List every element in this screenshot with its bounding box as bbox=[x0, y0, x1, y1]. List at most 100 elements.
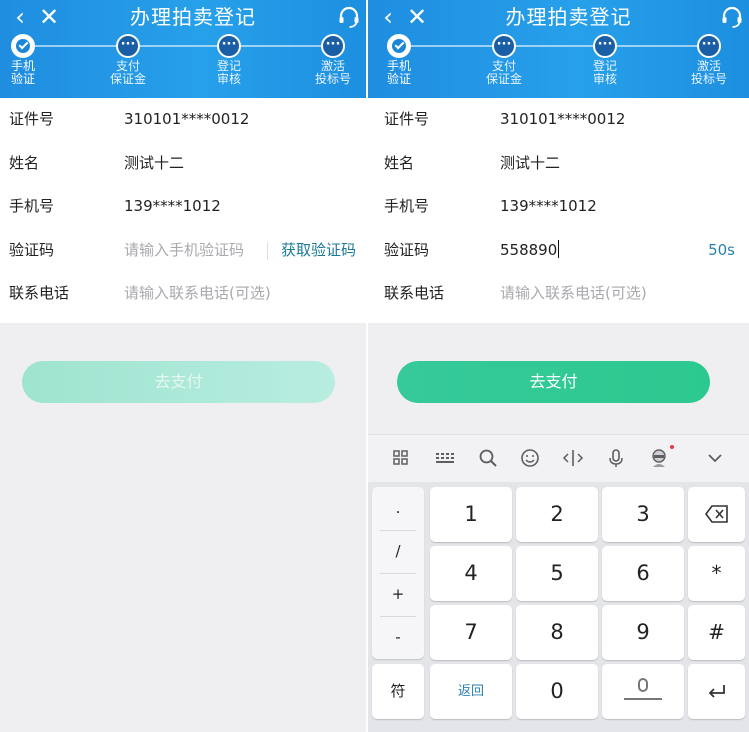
step-phone-verify: 手机 验证 bbox=[369, 34, 429, 86]
page-title: 办理拍卖登记 bbox=[505, 5, 632, 29]
id-row: 证件号 310101****0012 bbox=[0, 98, 366, 142]
code-label: 验证码 bbox=[384, 240, 430, 259]
id-label: 证件号 bbox=[9, 110, 55, 128]
symbol-key[interactable]: 符 bbox=[372, 664, 424, 719]
avatar-icon[interactable] bbox=[648, 447, 670, 469]
key-plus[interactable]: + bbox=[372, 573, 424, 616]
step-label: 支付 保证金 bbox=[109, 59, 146, 86]
headset-icon[interactable] bbox=[336, 4, 362, 30]
key-dot[interactable]: . bbox=[372, 487, 424, 530]
step-phone-verify: 手机 验证 bbox=[0, 34, 53, 86]
space-key[interactable] bbox=[602, 664, 684, 719]
code-input[interactable]: 558890 bbox=[500, 239, 560, 261]
id-value: 310101****0012 bbox=[124, 110, 250, 128]
id-label: 证件号 bbox=[384, 110, 430, 128]
key-star[interactable]: * bbox=[688, 546, 745, 601]
name-value: 测试十二 bbox=[124, 153, 185, 172]
emoji-icon[interactable] bbox=[519, 447, 541, 469]
return-key[interactable]: 返回 bbox=[430, 664, 512, 719]
notification-dot bbox=[670, 445, 674, 449]
contact-row: 联系电话 请输入联系电话(可选) bbox=[368, 272, 749, 316]
backspace-icon bbox=[704, 505, 728, 523]
enter-key[interactable] bbox=[688, 664, 745, 719]
step-label: 手机 验证 bbox=[10, 59, 35, 86]
collapse-icon[interactable] bbox=[704, 447, 726, 469]
contact-input[interactable]: 请输入联系电话(可选) bbox=[124, 282, 271, 304]
key-minus[interactable]: - bbox=[372, 616, 424, 659]
progress-line bbox=[24, 45, 336, 47]
contact-label: 联系电话 bbox=[9, 284, 70, 302]
grid-icon[interactable] bbox=[390, 447, 412, 469]
search-icon[interactable] bbox=[477, 447, 499, 469]
symbol-column: . / + - bbox=[372, 487, 424, 659]
key-hash[interactable]: # bbox=[688, 605, 745, 660]
text-cursor-icon[interactable] bbox=[562, 447, 584, 469]
phone-value: 139****1012 bbox=[500, 197, 597, 215]
chevron-left-icon[interactable]: ‹ bbox=[376, 4, 400, 30]
ellipsis-icon: ··· bbox=[321, 34, 345, 58]
contact-label: 联系电话 bbox=[384, 284, 445, 302]
numeric-keyboard: . / + - 1 2 3 4 5 6 * 7 8 9 # 符 返回 0 bbox=[368, 482, 749, 732]
chevron-left-icon[interactable]: ‹ bbox=[8, 4, 32, 30]
keyboard-icon[interactable] bbox=[434, 447, 456, 469]
key-0[interactable]: 0 bbox=[516, 664, 598, 719]
step-review: ··· 登记 审核 bbox=[199, 34, 259, 86]
phone-row: 手机号 139****1012 bbox=[368, 185, 749, 229]
key-3[interactable]: 3 bbox=[602, 487, 684, 542]
pay-button[interactable]: 去支付 bbox=[397, 361, 710, 403]
step-label: 支付 保证金 bbox=[485, 59, 522, 86]
ellipsis-icon: ··· bbox=[217, 34, 241, 58]
screen-after-code: ‹ ✕ 办理拍卖登记 手机 验证 ··· 支付 保证金 ··· 登记 审核 ··… bbox=[368, 0, 749, 732]
key-1[interactable]: 1 bbox=[430, 487, 512, 542]
backspace-key[interactable] bbox=[688, 487, 745, 542]
code-row: 验证码 558890 50s bbox=[368, 229, 749, 273]
key-6[interactable]: 6 bbox=[602, 546, 684, 601]
pay-button[interactable]: 去支付 bbox=[22, 361, 335, 403]
phone-label: 手机号 bbox=[384, 197, 430, 215]
contact-input[interactable]: 请输入联系电话(可选) bbox=[500, 282, 647, 304]
keyboard-toolbar bbox=[368, 434, 749, 482]
key-4[interactable]: 4 bbox=[430, 546, 512, 601]
phone-label: 手机号 bbox=[9, 197, 55, 215]
close-icon[interactable]: ✕ bbox=[404, 4, 430, 30]
id-row: 证件号 310101****0012 bbox=[368, 98, 749, 142]
space-bar-icon bbox=[624, 698, 662, 700]
ellipsis-icon: ··· bbox=[492, 34, 516, 58]
get-code-button[interactable]: 获取验证码 bbox=[281, 239, 356, 261]
text-cursor bbox=[558, 239, 560, 258]
phone-row: 手机号 139****1012 bbox=[0, 185, 366, 229]
enter-icon bbox=[708, 685, 725, 698]
key-2[interactable]: 2 bbox=[516, 487, 598, 542]
step-label: 登记 审核 bbox=[592, 59, 617, 86]
close-icon[interactable]: ✕ bbox=[36, 4, 62, 30]
phone-value: 139****1012 bbox=[124, 197, 221, 215]
progress-steps: 手机 验证 ··· 支付 保证金 ··· 登记 审核 ··· 激活 投标号 bbox=[368, 34, 749, 94]
key-8[interactable]: 8 bbox=[516, 605, 598, 660]
screen-before-code: ‹ ✕ 办理拍卖登记 手机 验证 ··· 支付 保证金 ··· 登记 审核 ··… bbox=[0, 0, 366, 732]
step-label: 手机 验证 bbox=[386, 59, 411, 86]
code-row: 验证码 请输入手机验证码 获取验证码 bbox=[0, 229, 366, 273]
name-row: 姓名 测试十二 bbox=[368, 142, 749, 186]
contact-row: 联系电话 请输入联系电话(可选) bbox=[0, 272, 366, 316]
id-value: 310101****0012 bbox=[500, 110, 626, 128]
registration-form: 证件号 310101****0012 姓名 测试十二 手机号 139****10… bbox=[368, 98, 749, 323]
step-pay-deposit: ··· 支付 保证金 bbox=[474, 34, 534, 86]
code-label: 验证码 bbox=[9, 240, 55, 259]
countdown-timer: 50s bbox=[708, 240, 735, 259]
check-icon bbox=[387, 34, 411, 58]
key-slash[interactable]: / bbox=[372, 530, 424, 573]
divider bbox=[267, 241, 268, 260]
step-label: 登记 审核 bbox=[216, 59, 241, 86]
step-review: ··· 登记 审核 bbox=[575, 34, 635, 86]
headset-icon[interactable] bbox=[719, 4, 745, 30]
step-activate: ··· 激活 投标号 bbox=[679, 34, 739, 86]
microphone-icon[interactable] bbox=[605, 447, 627, 469]
name-row: 姓名 测试十二 bbox=[0, 142, 366, 186]
ellipsis-icon: ··· bbox=[116, 34, 140, 58]
key-7[interactable]: 7 bbox=[430, 605, 512, 660]
key-9[interactable]: 9 bbox=[602, 605, 684, 660]
code-input[interactable]: 请输入手机验证码 bbox=[124, 239, 244, 261]
microphone-icon bbox=[638, 678, 648, 692]
step-pay-deposit: ··· 支付 保证金 bbox=[98, 34, 158, 86]
key-5[interactable]: 5 bbox=[516, 546, 598, 601]
